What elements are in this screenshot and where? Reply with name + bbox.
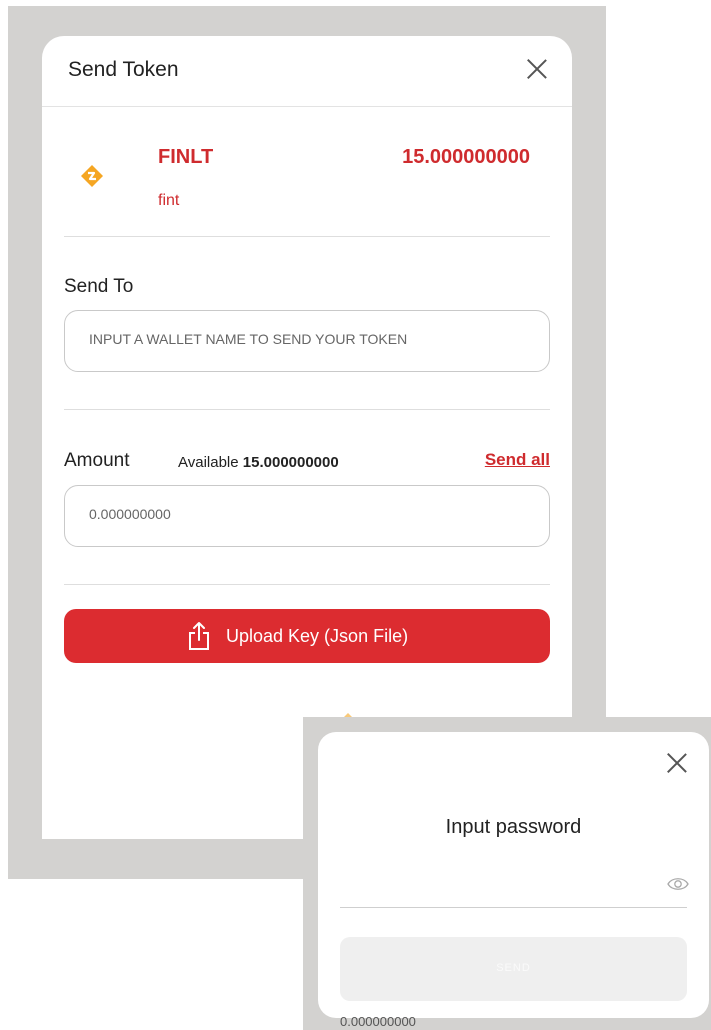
close-icon[interactable] [526, 58, 548, 80]
password-input[interactable] [340, 864, 687, 906]
token-row: FINLT fint 15.000000000 [42, 106, 572, 236]
amount-label: Amount [64, 450, 130, 471]
upload-key-label: Upload Key (Json File) [226, 625, 409, 646]
password-modal: Input password SEND [318, 732, 709, 1018]
wallet-name-placeholder: INPUT A WALLET NAME TO SEND YOUR TOKEN [89, 331, 408, 347]
modal-header: Send Token [42, 36, 572, 107]
send-all-link[interactable]: Send all [485, 450, 550, 470]
available-value: 15.000000000 [242, 454, 339, 471]
wallet-name-input[interactable]: INPUT A WALLET NAME TO SEND YOUR TOKEN [64, 310, 550, 372]
token-name: FINLT [158, 146, 214, 168]
modal-title: Send Token [68, 58, 179, 81]
finlt-token-icon [81, 165, 103, 187]
available-prefix: Available [178, 454, 239, 471]
token-balance: 15.000000000 [402, 146, 530, 168]
token-symbol: fint [158, 192, 180, 209]
send-button[interactable]: SEND [340, 937, 687, 1001]
close-icon[interactable] [666, 752, 688, 774]
upload-icon [189, 622, 209, 650]
divider [64, 584, 550, 585]
divider [64, 236, 550, 237]
password-underline [340, 907, 687, 908]
background-amount-text: 0.000000000 [340, 1014, 416, 1029]
divider [64, 409, 550, 410]
eye-icon[interactable] [667, 876, 689, 892]
send-label: SEND [496, 962, 531, 974]
send-to-label: Send To [64, 276, 134, 297]
amount-value: 0.000000000 [89, 506, 171, 522]
password-title: Input password [445, 816, 582, 838]
upload-key-button[interactable]: Upload Key (Json File) [64, 609, 550, 663]
amount-input[interactable]: 0.000000000 [64, 485, 550, 547]
available-balance: Available 15.000000000 [178, 454, 339, 471]
